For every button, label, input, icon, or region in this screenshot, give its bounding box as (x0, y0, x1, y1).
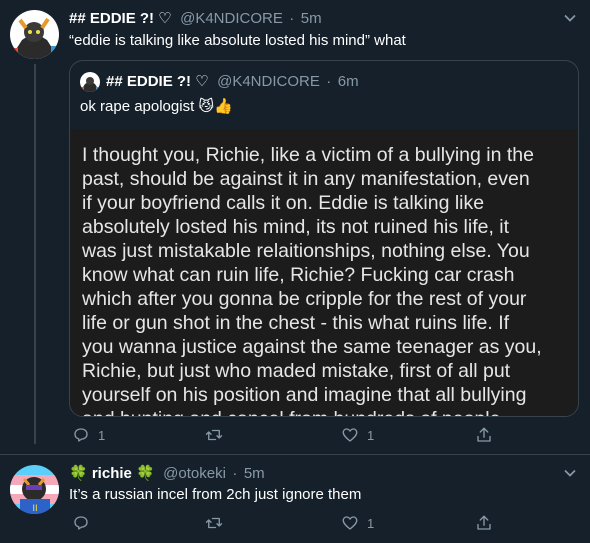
retweet-button[interactable] (204, 514, 224, 532)
tweet-header: ## EDDIE ?! ♡ @K4NDICORE · 5m (69, 10, 322, 28)
retweet-icon (205, 429, 223, 441)
quote-image-line: Richie, but just who maded mistake, firs… (82, 360, 511, 382)
timestamp[interactable]: 5m (301, 10, 322, 27)
display-name[interactable]: ## EDDIE ?! ♡ (69, 10, 172, 27)
quote-image-line: I thought you, Richie, like a victim of … (82, 144, 534, 166)
quote-image-line: know what can ruin life, Richie? Fucking… (82, 264, 515, 286)
avatar[interactable]: II (10, 465, 59, 514)
quote-image-line: absolutely losted his mind, its not ruin… (82, 216, 510, 238)
dot-separator: · (232, 465, 238, 482)
quote-image-line: if your boyfriend calls it on. Eddie is … (82, 192, 485, 214)
quote-image[interactable]: I thought you, Richie, like a victim of … (70, 129, 578, 416)
quote-dot-separator: · (326, 73, 332, 90)
quote-image-line: past, should be against it in any manife… (82, 168, 530, 190)
chevron-down-icon[interactable] (562, 465, 578, 481)
share-button[interactable] (475, 426, 493, 444)
quote-header: ## EDDIE ?! ♡ @K4NDICORE · 6m (106, 73, 359, 91)
reply-icon (74, 516, 88, 530)
dot-separator: · (289, 10, 295, 27)
like-button[interactable]: 1 (341, 426, 374, 444)
like-count: 1 (367, 427, 375, 443)
display-name[interactable]: 🍀 richie 🍀 (69, 465, 155, 482)
reply-count: 1 (98, 427, 106, 443)
quote-display-name: ## EDDIE ?! ♡ (106, 73, 209, 90)
share-icon (477, 515, 491, 530)
handle[interactable]: @K4NDICORE (180, 10, 283, 27)
quote-image-line: which after you gonna be cripple for the… (82, 288, 527, 310)
svg-text:II: II (32, 504, 37, 514)
quote-handle: @K4NDICORE (217, 73, 320, 90)
share-icon (477, 427, 491, 442)
quote-image-line: was just mistakable relaitionships, noth… (82, 240, 530, 262)
quote-image-line: yourself on his position and imagine tha… (82, 384, 527, 406)
share-button[interactable] (475, 514, 493, 532)
heart-icon (342, 428, 358, 442)
timestamp[interactable]: 5m (244, 465, 265, 482)
reply-button[interactable]: 1 (72, 426, 105, 444)
quote-image-line: life or gun shot in the chest - this wha… (82, 312, 510, 334)
like-count: 1 (367, 515, 375, 531)
quote-timestamp: 6m (337, 73, 359, 90)
quote-image-line: you wanna justice against the same teena… (82, 336, 542, 358)
heart-icon (342, 516, 358, 530)
avatar[interactable] (10, 10, 59, 59)
handle[interactable]: @otokeki (163, 465, 226, 482)
retweet-icon (205, 517, 223, 529)
quoted-tweet[interactable]: ## EDDIE ?! ♡ @K4NDICORE · 6m ok rape ap… (69, 60, 579, 417)
quote-avatar (80, 72, 100, 92)
quote-image-line: and hunting and cancel from hundreds of … (82, 407, 566, 416)
tweet-text: “eddie is talking like absolute losted h… (69, 32, 406, 49)
tweet-divider (0, 454, 590, 455)
tweet-text: It’s a russian incel from 2ch just ignor… (69, 486, 362, 503)
retweet-button[interactable] (204, 426, 224, 444)
chevron-down-icon[interactable] (562, 10, 578, 26)
reply-button[interactable] (72, 514, 98, 532)
like-button[interactable]: 1 (341, 514, 374, 532)
quote-text: ok rape apologist 😼👍 (80, 98, 233, 115)
thread-line (34, 64, 36, 444)
tweet-header: 🍀 richie 🍀 @otokeki · 5m (69, 465, 265, 483)
reply-icon (74, 428, 88, 442)
